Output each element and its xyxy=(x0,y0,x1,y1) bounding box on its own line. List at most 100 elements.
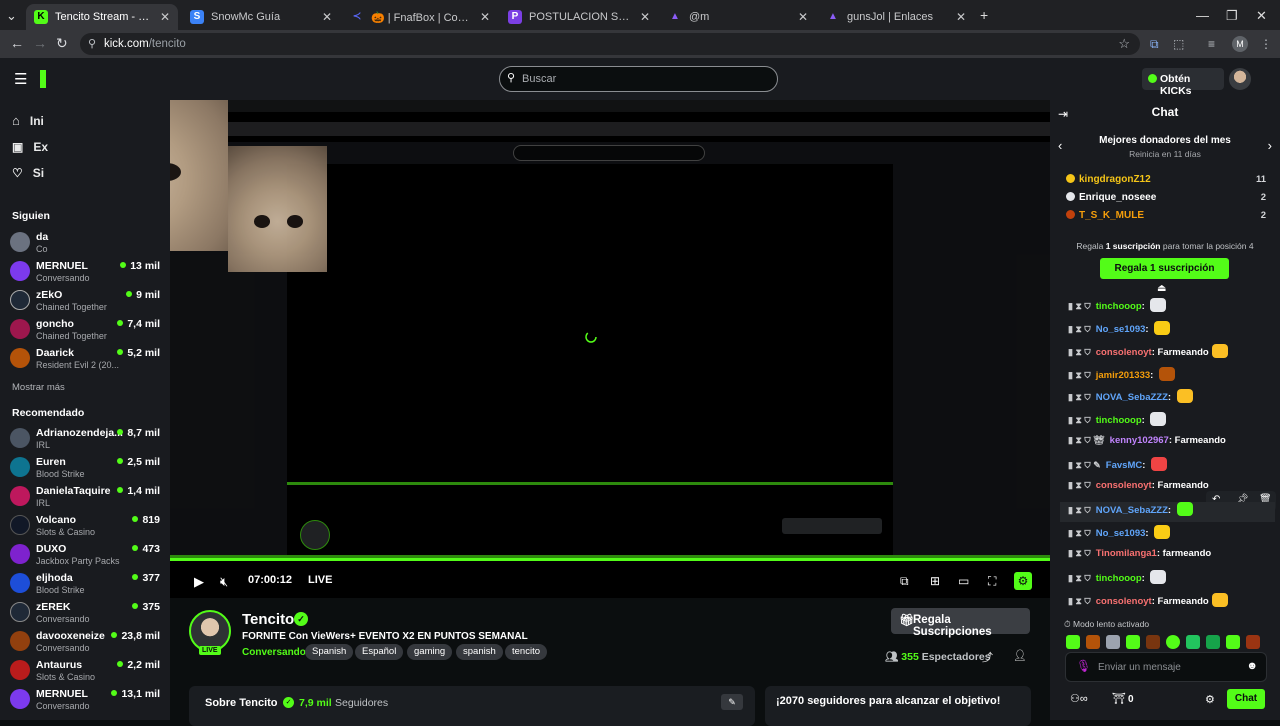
chat-username[interactable]: tinchooop xyxy=(1096,573,1142,584)
menu-dots-icon[interactable]: ⋮ xyxy=(1260,37,1272,51)
recommended-channel[interactable]: Euren Blood Strike 2,5 mil xyxy=(10,453,160,481)
donor-row[interactable]: T_S_K_MULE 2 xyxy=(1066,210,1266,226)
kick-logo[interactable] xyxy=(40,70,46,88)
gift-one-sub-button[interactable]: Regala 1 suscripción xyxy=(1100,258,1229,279)
show-more-link[interactable]: Mostrar más xyxy=(12,382,65,393)
emote-icon[interactable] xyxy=(1126,635,1140,649)
emote-icon[interactable] xyxy=(1206,635,1220,649)
emote-icon[interactable] xyxy=(1186,635,1200,649)
chat-username[interactable]: Tinomilanga1 xyxy=(1096,548,1157,559)
share-icon[interactable]: ⤴ xyxy=(982,649,993,665)
chat-message[interactable]: ▮ ⧗ ⛉ ✎ FavsMC: xyxy=(1068,457,1273,477)
tab-postulacion-staff[interactable]: P POSTULACION STAFF | SnowMc ✕ xyxy=(500,4,658,30)
follow-user-icon[interactable]: 👤︎ xyxy=(1013,649,1027,662)
scroll-up-icon[interactable]: ⏏ xyxy=(1157,283,1166,294)
minimize-icon[interactable]: — xyxy=(1196,8,1209,23)
chat-message[interactable]: ▮ ⧗ ⛉ No_se1093: xyxy=(1068,525,1273,545)
chat-settings-icon[interactable]: ⚙ xyxy=(1205,693,1215,706)
following-channel[interactable]: MERNUEL Conversando 13 mil xyxy=(10,257,160,285)
recommended-channel[interactable]: eljhoda Blood Strike 377 xyxy=(10,569,160,597)
tab-gunsjol-enlaces[interactable]: ▲ gunsJol | Enlaces ✕ xyxy=(818,4,974,30)
chat-message[interactable]: ▮ ⧗ ⛉ 👑︎ kenny102967: Farmeando xyxy=(1068,435,1273,455)
maximize-icon[interactable]: ❐ xyxy=(1226,8,1238,24)
tag-espanol[interactable]: Español xyxy=(355,644,404,660)
recommended-channel[interactable]: zEREK Conversando 375 xyxy=(10,598,160,626)
close-tab-icon[interactable]: ✕ xyxy=(956,10,966,24)
extensions-icon[interactable]: ⬚ xyxy=(1173,37,1184,51)
site-info-icon[interactable]: ⚲ xyxy=(88,37,96,50)
chat-message[interactable]: ▮ ⧗ ⛉ jamir201333: xyxy=(1068,367,1273,387)
donor-row[interactable]: Enrique_noseee 2 xyxy=(1066,192,1266,208)
streamer-name[interactable]: Tencito xyxy=(242,611,294,628)
emote-icon[interactable] xyxy=(1106,635,1120,649)
new-tab-button[interactable]: + xyxy=(980,7,988,23)
tab-search-icon[interactable]: ⌄ xyxy=(6,8,17,24)
following-channel[interactable]: da Co xyxy=(10,228,160,256)
chat-username[interactable]: consolenoyt xyxy=(1096,480,1152,491)
tab-snowmc-guia[interactable]: S SnowMc Guía ✕ xyxy=(182,4,340,30)
chat-username[interactable]: FavsMC xyxy=(1106,460,1142,471)
chat-message-input[interactable]: 🎙︎ Enviar un mensaje ☻ xyxy=(1065,652,1267,682)
send-chat-button[interactable]: Chat xyxy=(1227,689,1265,709)
recommended-channel[interactable]: Antaurus Slots & Casino 2,2 mil xyxy=(10,656,160,684)
search-input[interactable]: ⚲ Buscar xyxy=(499,66,778,92)
chat-message[interactable]: ▮ ⧗ ⛉ NOVA_SebaZZZ: xyxy=(1068,389,1273,409)
close-tab-icon[interactable]: ✕ xyxy=(322,10,332,24)
user-avatar[interactable] xyxy=(1229,68,1251,90)
chat-username[interactable]: No_se1093 xyxy=(1096,528,1146,539)
settings-gear-icon[interactable]: ⚙ xyxy=(1014,572,1032,590)
tag-gaming[interactable]: gaming xyxy=(407,644,453,660)
nav-following[interactable]: ♡ Si xyxy=(12,166,44,180)
tab-at-m[interactable]: ▲ @m ✕ xyxy=(660,4,816,30)
recommended-channel[interactable]: DUXO Jackbox Party Packs 473 xyxy=(10,540,160,568)
chat-username[interactable]: NOVA_SebaZZZ xyxy=(1096,392,1168,403)
emote-icon[interactable] xyxy=(1066,635,1080,649)
following-channel[interactable]: goncho Chained Together 7,4 mil xyxy=(10,315,160,343)
following-channel[interactable]: Daarick Resident Evil 2 (20... 5,2 mil xyxy=(10,344,160,372)
close-window-icon[interactable]: ✕ xyxy=(1256,8,1267,24)
chat-message[interactable]: ▮ ⧗ ⛉ consolenoyt: Farmeando xyxy=(1068,593,1273,613)
chat-message[interactable]: ▮ ⧗ ⛉ tinchooop: xyxy=(1068,298,1273,318)
tab-fnafbox-console[interactable]: ≺ 🎃 | FnafBox | Console ✕ xyxy=(342,4,498,30)
emote-icon[interactable] xyxy=(1146,635,1160,649)
recommended-channel[interactable]: Adrianozendeja... IRL 8,7 mil xyxy=(10,424,160,452)
tag-spanish[interactable]: Spanish xyxy=(305,644,354,660)
bookmark-star-icon[interactable]: ☆ xyxy=(1118,36,1130,52)
tag-spanish-lower[interactable]: spanish xyxy=(456,644,503,660)
get-kicks-button[interactable]: Obtén KICKs xyxy=(1142,68,1224,97)
emoji-picker-icon[interactable]: ☻ xyxy=(1246,660,1258,672)
stream-category[interactable]: Conversando xyxy=(242,647,306,658)
close-tab-icon[interactable]: ✕ xyxy=(480,10,490,24)
chat-username[interactable]: consolenoyt xyxy=(1096,347,1152,358)
chat-message[interactable]: ▮ ⧗ ⛉ NOVA_SebaZZZ: xyxy=(1060,502,1275,522)
player-progress-bar[interactable] xyxy=(170,558,1050,561)
recommended-channel[interactable]: MERNUEL Conversando 13,1 mil xyxy=(10,685,160,713)
chat-message[interactable]: ▮ ⧗ ⛉ Tinomilanga1: farmeando xyxy=(1068,548,1273,568)
clip-icon[interactable]: ⊞ xyxy=(930,574,940,588)
gift-subs-button[interactable]: 🎁︎ Regala Suscripciones xyxy=(891,608,1030,638)
back-icon[interactable]: ← xyxy=(10,35,24,51)
profile-avatar[interactable]: M xyxy=(1232,36,1248,52)
forward-icon[interactable]: → xyxy=(33,35,47,51)
donor-row[interactable]: kingdragonZ12 11 xyxy=(1066,174,1266,190)
chat-username[interactable]: consolenoyt xyxy=(1096,596,1152,607)
media-icon[interactable]: ≡ xyxy=(1208,37,1215,51)
theater-mode-icon[interactable]: ▭ xyxy=(958,574,969,588)
chat-message[interactable]: ▮ ⧗ ⛉ No_se1093: xyxy=(1068,321,1273,341)
chevron-right-icon[interactable]: › xyxy=(1268,138,1272,153)
chat-message[interactable]: ▮ ⧗ ⛉ tinchooop: xyxy=(1068,570,1273,590)
microphone-icon[interactable]: 🎙︎ xyxy=(1076,659,1091,673)
chat-username[interactable]: tinchooop xyxy=(1096,415,1142,426)
play-icon[interactable]: ▶ xyxy=(194,574,204,590)
tag-tencito[interactable]: tencito xyxy=(505,644,547,660)
chat-username[interactable]: NOVA_SebaZZZ xyxy=(1096,505,1168,516)
video-player[interactable]: ▶ 🔇︎ 07:00:12 LIVE ⧉ ⊞ ▭ ⛶ ⚙ xyxy=(170,100,1050,598)
chat-username[interactable]: kenny102967 xyxy=(1110,435,1169,446)
nav-home[interactable]: ⌂ Ini xyxy=(12,113,44,128)
pip-icon[interactable]: ⧉ xyxy=(900,574,909,589)
close-tab-icon[interactable]: ✕ xyxy=(798,10,808,24)
chat-username[interactable]: No_se1093 xyxy=(1096,324,1146,335)
recommended-channel[interactable]: Volcano Slots & Casino 819 xyxy=(10,511,160,539)
chat-message[interactable]: ▮ ⧗ ⛉ consolenoyt: Farmeando xyxy=(1068,344,1273,364)
fullscreen-icon[interactable]: ⛶ xyxy=(988,574,996,589)
